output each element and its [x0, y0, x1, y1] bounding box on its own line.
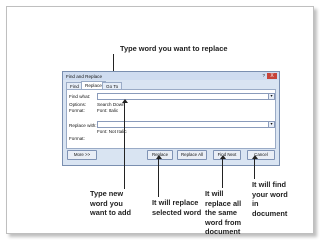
replace-all-button[interactable]: Replace All	[177, 150, 207, 160]
callout-replace-all: It will replace all the same word from d…	[205, 189, 241, 237]
callout-replace-all-line5: document	[205, 227, 241, 237]
options-value: Search Down	[97, 102, 125, 107]
callout-replace-line2: selected word	[152, 207, 202, 217]
callout-replace-all-line2: replace all	[205, 198, 242, 208]
close-button[interactable]: X	[267, 72, 277, 79]
dialog-title: Find and Replace	[66, 73, 103, 79]
callout-replace-all-line3: the same	[205, 208, 238, 218]
callout-find-next-line4: document	[252, 208, 288, 218]
callout3-arrow	[219, 155, 226, 188]
format-find-value: Font: Italic	[97, 108, 119, 113]
callout-find-next-line2: your word	[252, 189, 288, 199]
callout-new-word: Type new word you want to add	[90, 189, 131, 218]
format-replace-label: Format:	[69, 136, 85, 141]
callout-top: Type word you want to replace	[120, 44, 228, 53]
dialog-titlebar: Find and Replace ? X	[63, 72, 279, 80]
callout-find-next: It will find your word in document	[252, 180, 288, 218]
callout-replace-all-line4: word from	[205, 217, 242, 227]
format-find-label: Format:	[69, 108, 85, 113]
more-button[interactable]: More >>	[67, 150, 97, 160]
chevron-down-icon[interactable]: ▼	[268, 94, 274, 99]
callout-replace-all-line1: It will	[205, 189, 224, 198]
callout-find-next-line1: It will find	[252, 180, 287, 189]
format-replace-value: Font: Not Italic	[97, 129, 127, 134]
callout-replace-line1: It will replace	[152, 198, 199, 207]
find-what-label: Find what:	[69, 94, 91, 99]
find-next-button[interactable]: Find Next	[213, 150, 241, 160]
callout-new-word-line3: want to add	[90, 208, 132, 218]
callout-replace: It will replace selected word	[152, 198, 201, 217]
replace-tab-panel: Find what: ▼ Options: Search Down Format…	[66, 89, 276, 149]
callout-find-next-line3: in	[252, 199, 259, 209]
callout2-arrow	[155, 155, 162, 197]
callout4-arrow	[251, 155, 258, 179]
help-button[interactable]: ?	[262, 73, 265, 78]
chevron-down-icon[interactable]: ▼	[268, 122, 274, 127]
replace-with-label: Replace with:	[69, 123, 97, 128]
options-label: Options:	[69, 102, 87, 107]
callout1-arrow	[121, 99, 128, 189]
find-replace-dialog: Find and Replace ? X Find Replace Go To …	[62, 71, 280, 166]
callout-new-word-line1: Type new	[90, 189, 124, 198]
callout-new-word-line2: word you	[90, 198, 123, 208]
